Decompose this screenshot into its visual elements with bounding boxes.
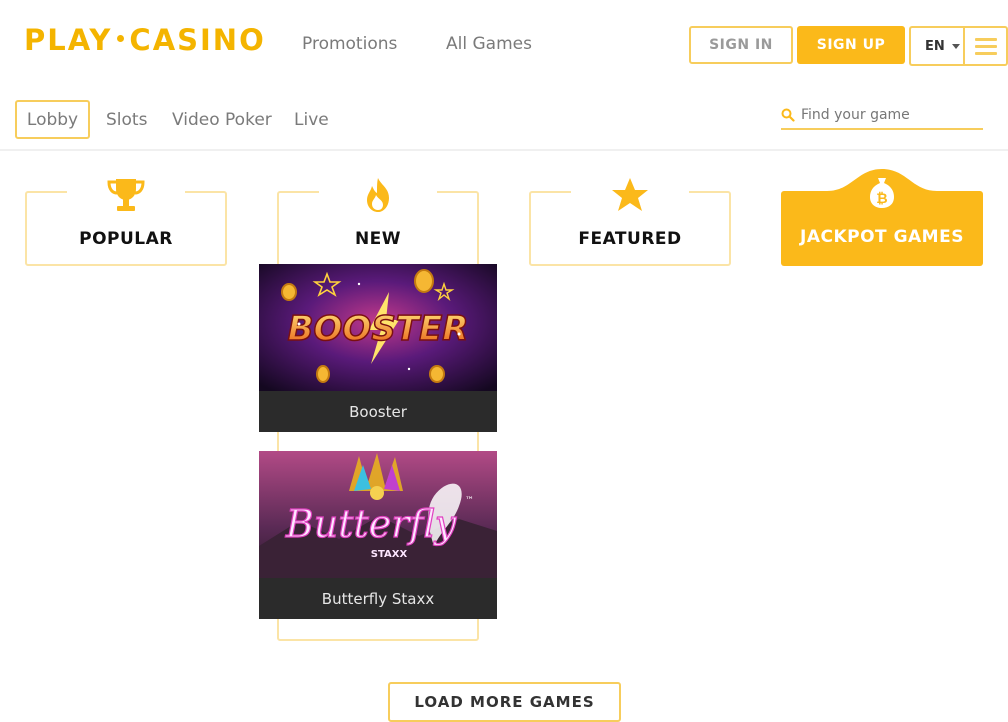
logo-left-text: PLAY bbox=[24, 23, 113, 57]
hamburger-menu-icon[interactable] bbox=[963, 26, 1008, 66]
language-selector[interactable]: EN bbox=[909, 26, 965, 66]
svg-text:BOOSTER: BOOSTER bbox=[288, 309, 469, 349]
divider bbox=[0, 149, 1008, 151]
load-more-button[interactable]: LOAD MORE GAMES bbox=[388, 682, 621, 722]
tab-slots[interactable]: Slots bbox=[106, 100, 147, 139]
search-box[interactable] bbox=[781, 102, 983, 130]
logo-right-text: CASINO bbox=[129, 23, 266, 57]
category-label: POPULAR bbox=[79, 229, 173, 249]
svg-text:™: ™ bbox=[465, 496, 474, 506]
game-title: Butterfly Staxx bbox=[259, 578, 497, 619]
tab-lobby[interactable]: Lobby bbox=[15, 100, 90, 139]
money-bag-icon: ₿ bbox=[827, 169, 937, 208]
nav-promotions[interactable]: Promotions bbox=[302, 34, 397, 54]
game-tile-booster[interactable]: BOOSTER Booster bbox=[259, 264, 497, 432]
tab-video-poker[interactable]: Video Poker bbox=[172, 100, 272, 139]
game-thumbnail: BOOSTER bbox=[259, 264, 497, 392]
chevron-down-icon bbox=[951, 43, 960, 49]
logo[interactable]: PLAY CASINO bbox=[24, 23, 266, 57]
logo-dot bbox=[117, 34, 125, 42]
category-jackpot-games[interactable]: ₿ JACKPOT GAMES bbox=[781, 169, 983, 266]
game-thumbnail: Butterfly STAXX ™ bbox=[259, 451, 497, 579]
tab-live[interactable]: Live bbox=[294, 100, 329, 139]
category-featured[interactable]: FEATURED bbox=[529, 178, 731, 266]
nav-all-games[interactable]: All Games bbox=[446, 34, 532, 54]
svg-text:STAXX: STAXX bbox=[371, 549, 408, 560]
fire-icon bbox=[367, 178, 389, 212]
sign-in-button[interactable]: SIGN IN bbox=[689, 26, 793, 64]
language-label: EN bbox=[925, 38, 945, 54]
category-label: NEW bbox=[354, 229, 402, 249]
sign-up-button[interactable]: SIGN UP bbox=[797, 26, 905, 64]
svg-text:Butterfly: Butterfly bbox=[285, 502, 457, 546]
trophy-icon bbox=[107, 179, 145, 211]
game-title: Booster bbox=[259, 391, 497, 432]
category-label: JACKPOT GAMES bbox=[800, 227, 964, 247]
load-more-label: LOAD MORE GAMES bbox=[414, 693, 595, 711]
category-popular[interactable]: POPULAR bbox=[25, 179, 227, 266]
svg-text:₿: ₿ bbox=[876, 191, 887, 207]
category-label: FEATURED bbox=[578, 229, 682, 249]
search-icon bbox=[781, 108, 795, 122]
star-icon bbox=[612, 178, 648, 211]
game-tile-butterfly-staxx[interactable]: Butterfly STAXX ™ Butterfly Staxx bbox=[259, 451, 497, 619]
search-input[interactable] bbox=[801, 107, 981, 123]
